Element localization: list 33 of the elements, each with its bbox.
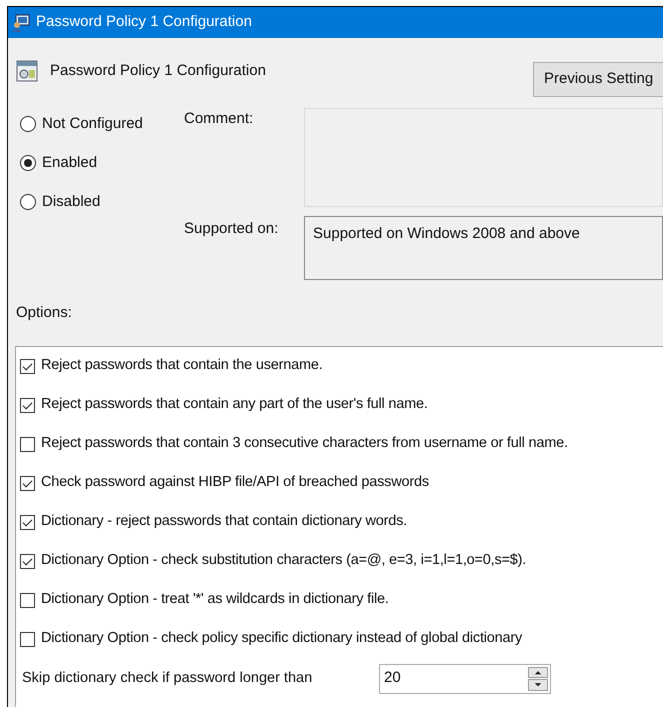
setting-title: Password Policy 1 Configuration: [50, 61, 266, 81]
options-label: Options:: [16, 303, 72, 323]
radio-button[interactable]: [20, 116, 36, 132]
option-label: Skip dictionary check if password longer than: [22, 668, 314, 688]
checkbox[interactable]: [20, 592, 35, 608]
option-label: Dictionary Option - treat '*' as wildcards in dictionary file.: [41, 590, 389, 610]
option-label: Reject passwords that contain 3 consecutive characters from username or full name.: [41, 434, 568, 454]
window-title: Password Policy 1 Configuration: [36, 12, 252, 32]
radio-button[interactable]: [20, 194, 36, 210]
checkbox[interactable]: [20, 358, 35, 374]
comment-label: Comment:: [184, 109, 254, 129]
checkbox[interactable]: [20, 398, 35, 412]
radio-label: Not Configured: [42, 114, 143, 134]
checkbox[interactable]: [20, 632, 35, 646]
supported-on-field: Supported on Windows 2008 and above: [304, 216, 663, 280]
option-label: Reject passwords that contain the username.: [41, 356, 323, 376]
option-label: Dictionary Option - check policy specific dictionary instead of global dictionary: [41, 629, 522, 648]
radio-label: Disabled: [42, 192, 100, 212]
checkbox[interactable]: [20, 554, 35, 568]
checkbox[interactable]: [20, 514, 35, 530]
checkbox[interactable]: [20, 436, 35, 452]
radio-label: Enabled: [42, 152, 98, 173]
number-spinner[interactable]: 20: [379, 664, 551, 694]
checkbox[interactable]: [20, 476, 35, 490]
option-label: Dictionary Option - check substitution characters (a=@, e=3, i=1,l=1,o=0,s=$).: [41, 551, 526, 570]
option-label: Check password against HIBP file/API of breached passwords: [41, 473, 429, 492]
computer-icon: [12, 14, 30, 32]
previous-setting-button[interactable]: Previous Setting: [533, 62, 663, 97]
option-label: Dictionary - reject passwords that contain dictionary words.: [41, 512, 407, 532]
settings-page-icon: [16, 60, 38, 82]
radio-button[interactable]: [20, 155, 36, 171]
option-label: Reject passwords that contain any part of the user's full name.: [41, 395, 428, 414]
supported-on-label: Supported on:: [184, 219, 280, 239]
